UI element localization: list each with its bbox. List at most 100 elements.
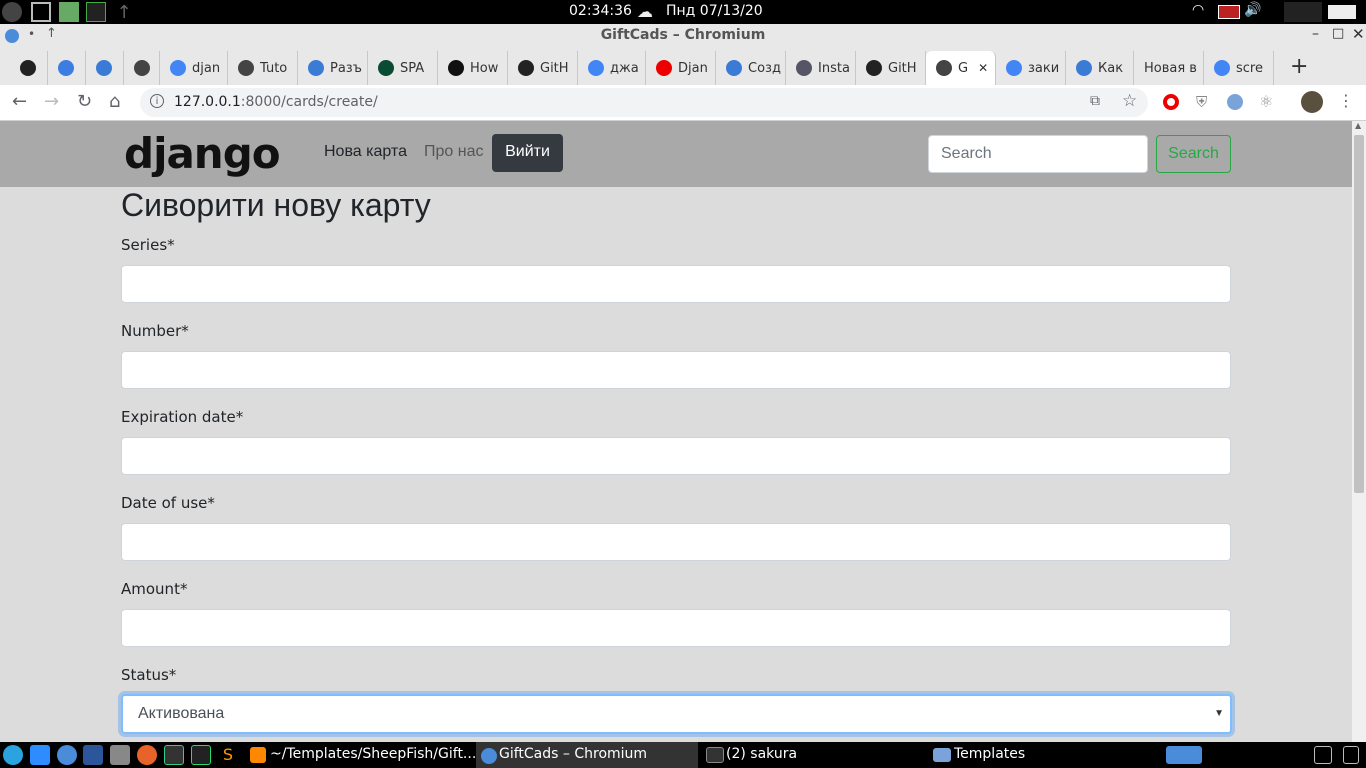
taskbar-item-sublime[interactable]: ~/Templates/SheepFish/Gift... [270,746,476,762]
taskbar-item-templates[interactable]: Templates [954,746,1025,762]
nav-about[interactable]: Про нас [424,143,483,161]
folder-icon [933,748,951,762]
taskbar: S ~/Templates/SheepFish/Gift... GiftCads… [0,742,1366,768]
amount-input[interactable] [121,609,1231,647]
date-of-use-input[interactable] [121,523,1231,561]
search-button[interactable]: Search [1156,135,1231,173]
terminal-icon[interactable] [86,2,106,22]
tab-label: Как [1098,60,1124,76]
battery-icon [1328,5,1356,19]
show-desktop-icon[interactable] [1314,746,1332,764]
reload-icon[interactable]: ↻ [77,91,92,112]
word-icon[interactable] [83,745,103,765]
volume-icon[interactable]: 🔊 [1244,2,1264,22]
app-menu-icon[interactable] [2,2,22,22]
home-icon[interactable]: ⌂ [109,91,120,112]
django-logo[interactable]: django [124,129,281,178]
search-placeholder: Search [941,145,992,162]
profile-avatar[interactable] [1301,91,1323,113]
tab-label: Разъ [330,60,362,76]
tab-15[interactable]: G ✕ [926,51,996,85]
tab-12[interactable]: Созд [716,51,786,85]
tab-3[interactable] [124,51,160,85]
taskbar-item-chromium[interactable]: GiftCads – Chromium [499,746,647,762]
database-icon[interactable] [110,745,130,765]
number-input[interactable] [121,351,1231,389]
telegram-icon[interactable] [3,745,23,765]
tab-11[interactable]: Djan [646,51,716,85]
back-icon[interactable]: ← [12,91,27,112]
search-input[interactable]: Search [928,135,1148,173]
translate-icon[interactable]: ⧉ [1090,93,1100,109]
taskbar-item-sakura[interactable]: (2) sakura [726,746,797,762]
chromium-taskbar-icon[interactable] [57,745,77,765]
globe-icon [238,60,254,76]
bookmark-star-icon[interactable]: ☆ [1122,91,1137,111]
tab-18[interactable]: Новая в [1134,51,1204,85]
tab-10[interactable]: джа [578,51,646,85]
site-info-icon[interactable]: i [150,94,164,108]
tab-7[interactable]: SPA [368,51,438,85]
scroll-up-icon[interactable]: ▲ [1355,121,1361,130]
logout-button[interactable]: Вийти [492,134,563,172]
series-input[interactable] [121,265,1231,303]
tab-label: Созд [748,60,781,76]
tab-strip: djan Tuto Разъ SPA How GitH джа Djan Созд Insta Gi… [0,48,1366,85]
tab-label: заки [1028,60,1060,76]
tab-6[interactable]: Разъ [298,51,368,85]
status-select[interactable]: Активована ▼ [121,694,1232,734]
menu-kebab-icon[interactable]: ⋮ [1338,91,1354,110]
maximize-icon[interactable]: □ [1332,26,1344,41]
expiration-date-input[interactable] [121,437,1231,475]
shield-extension-icon[interactable]: ⛨ [1196,93,1207,111]
trash-icon[interactable] [1343,746,1359,764]
new-tab-icon[interactable]: + [1290,54,1308,79]
app-icon [1076,60,1092,76]
url-host: 127.0.0.1 [174,94,241,110]
postman-icon[interactable] [137,745,157,765]
weather-icon: ☁ [637,2,653,21]
address-bar[interactable]: i 127.0.0.1:8000/cards/create/ ⧉ ☆ [140,88,1148,117]
tab-8[interactable]: How [438,51,508,85]
tab-13[interactable]: Insta [786,51,856,85]
system-top-bar: ↑ 02:34:36 ☁ Пнд 07/13/20 ◠ 🔊 [0,0,1366,24]
language-flag-icon[interactable] [1218,5,1240,19]
tab-16[interactable]: заки [996,51,1066,85]
tab-label: G [958,60,969,76]
close-window-icon[interactable]: ✕ [1352,25,1365,43]
minimize-icon[interactable]: – [1312,26,1319,42]
zoom-icon[interactable] [30,745,50,765]
webstorm-icon[interactable] [164,745,184,765]
tab-label: djan [192,60,221,76]
up-arrow-icon[interactable]: ↑ [114,2,134,23]
tab-5[interactable]: Tuto [228,51,298,85]
close-tab-icon[interactable]: ✕ [978,61,988,75]
sublime-icon[interactable]: S [218,745,238,765]
tab-label: Новая в [1144,60,1197,76]
nav-new-card[interactable]: Нова карта [324,143,407,161]
tab-14[interactable]: GitH [856,51,926,85]
wifi-icon[interactable]: ◠ [1192,2,1212,22]
tab-2[interactable] [86,51,124,85]
tab-1[interactable] [48,51,86,85]
react-devtools-icon[interactable]: ⚛ [1259,92,1273,111]
tab-17[interactable]: Как [1066,51,1134,85]
tab-9[interactable]: GitH [508,51,578,85]
scrollbar-thumb[interactable] [1354,135,1364,493]
tab-label: SPA [400,60,425,76]
terminal-window-icon [706,747,724,763]
monitor-icon[interactable] [59,2,79,22]
page-scrollbar[interactable]: ▲ [1352,121,1366,742]
workspace-pager-icon[interactable] [1166,746,1202,764]
tab-label: Djan [678,60,708,76]
opera-extension-icon[interactable] [1163,94,1179,110]
extension-icon[interactable] [1227,94,1243,110]
pycharm-icon[interactable] [191,745,211,765]
tab-19[interactable]: scre [1204,51,1274,85]
file-manager-icon[interactable] [31,2,51,22]
globe-icon [936,60,952,76]
amount-label: Amount* [121,580,188,598]
tab-0[interactable] [10,51,48,85]
forward-icon[interactable]: → [44,91,59,112]
tab-4[interactable]: djan [160,51,228,85]
